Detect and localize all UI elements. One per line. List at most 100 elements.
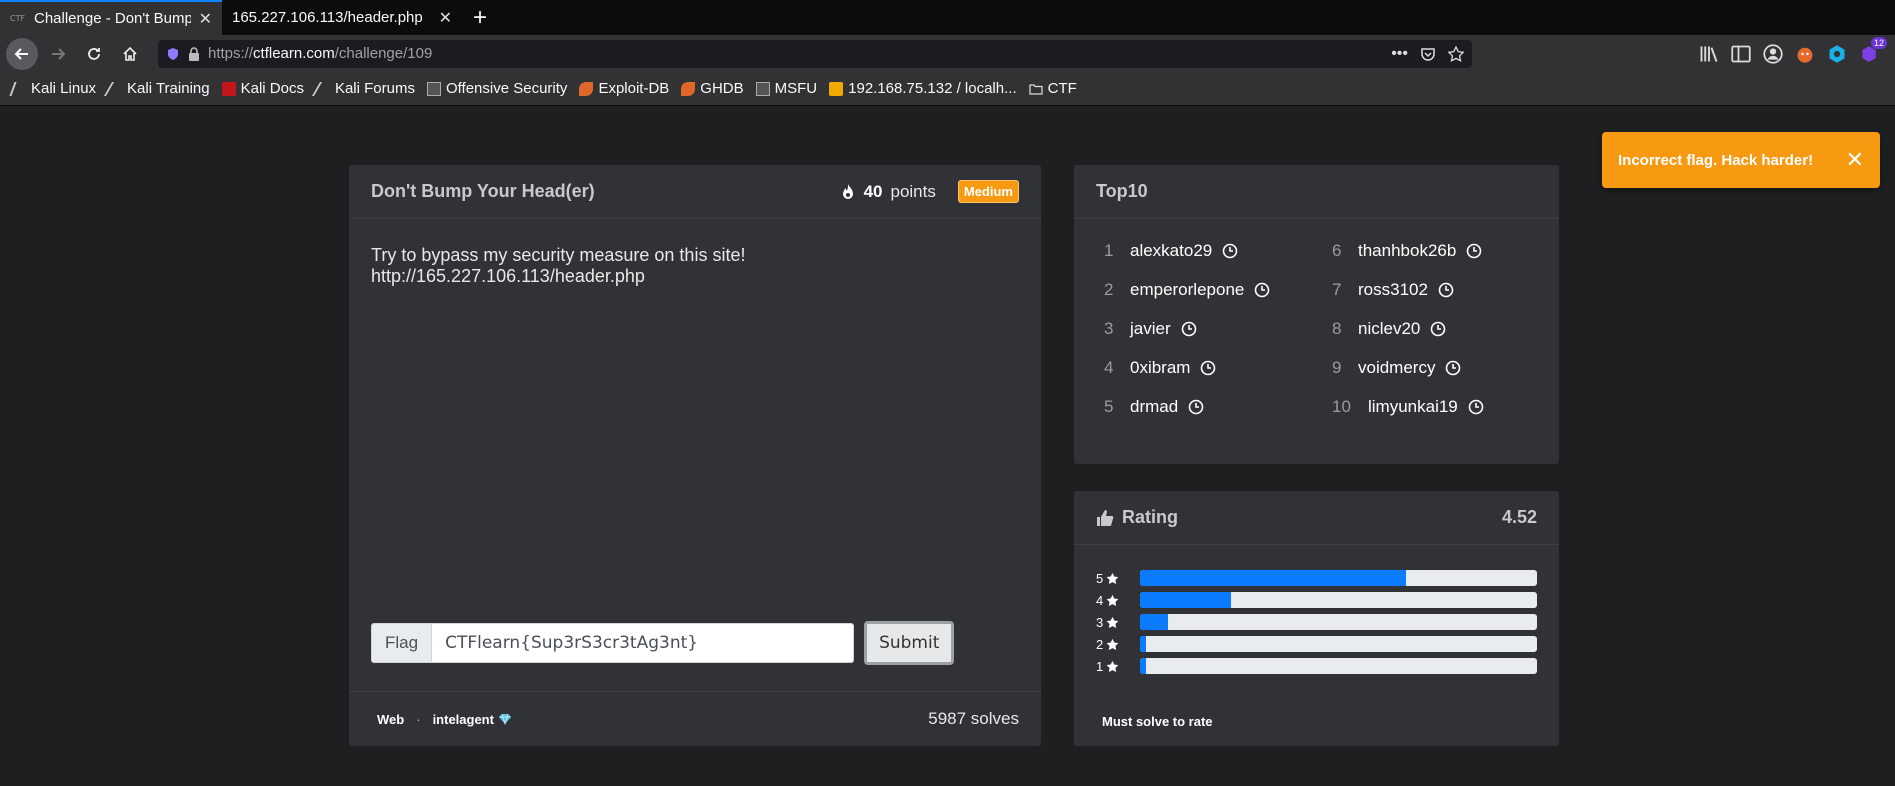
clock-icon — [1431, 321, 1446, 337]
user-link[interactable]: niclev20 — [1358, 319, 1420, 339]
user-link[interactable]: 0xibram — [1130, 358, 1190, 378]
account-icon[interactable] — [1763, 43, 1783, 64]
rating-bar-track — [1140, 592, 1537, 608]
tab-title: Challenge - Don't Bump — [34, 10, 191, 27]
clock-icon — [1255, 282, 1270, 298]
bookmark-exploit-db[interactable]: Exploit-DB — [579, 80, 669, 97]
docs-icon — [221, 81, 236, 96]
browser-tab-active[interactable]: CTF Challenge - Don't Bump ✕ — [0, 0, 222, 35]
star-icon — [1106, 660, 1119, 672]
user-link[interactable]: thanhbok26b — [1358, 241, 1456, 261]
address-bar[interactable]: https://ctflearn.com/challenge/109 ••• — [158, 39, 1472, 68]
sidebar-icon[interactable] — [1731, 44, 1751, 64]
clock-icon — [1446, 360, 1461, 376]
top10-list: 1 alexkato29 6 thanhbok26b 2 emperorlepone … — [1074, 219, 1559, 419]
close-tab-icon[interactable]: ✕ — [439, 8, 452, 28]
clock-icon — [1201, 360, 1216, 376]
category-link[interactable]: Web — [377, 712, 404, 727]
extension-cube-icon[interactable]: 12 — [1859, 36, 1887, 64]
rating-bar-fill — [1140, 570, 1406, 586]
tab-bar: CTF Challenge - Don't Bump ✕ 165.227.106… — [0, 0, 1895, 35]
exploitdb-icon — [579, 81, 594, 96]
solves-count: 5987 solves — [928, 709, 1019, 728]
points-value: 40 — [863, 181, 883, 201]
top10-title: Top10 — [1096, 181, 1148, 201]
bookmark-kali-docs[interactable]: Kali Docs — [221, 80, 304, 97]
user-link[interactable]: javier — [1130, 319, 1171, 339]
home-icon — [123, 46, 137, 61]
thumbs-up-icon — [1097, 509, 1114, 526]
rating-bar-fill — [1140, 658, 1146, 674]
kali-dragon-icon — [311, 81, 334, 96]
user-link[interactable]: alexkato29 — [1130, 241, 1212, 261]
forward-arrow-icon — [52, 47, 66, 60]
new-tab-button[interactable]: + — [462, 0, 498, 35]
tracking-shield-icon — [168, 47, 178, 60]
msfu-icon — [755, 81, 770, 96]
bookmark-offensive-security[interactable]: Offensive Security — [426, 80, 567, 97]
extension-fox-icon[interactable] — [1795, 44, 1815, 64]
bookmark-ghdb[interactable]: GHDB — [681, 80, 744, 97]
bookmark-kali-forums[interactable]: Kali Forums — [311, 80, 415, 97]
challenge-footer: Web · intelagent 5987 solves — [349, 691, 1041, 746]
flag-input[interactable] — [432, 623, 855, 663]
diamond-icon — [498, 713, 511, 725]
rating-score: 4.52 — [1501, 507, 1537, 527]
bookmark-folder-ctf[interactable]: CTF — [1029, 80, 1077, 97]
rating-bar-track — [1140, 636, 1537, 652]
back-button[interactable] — [6, 37, 38, 70]
challenge-card: Don't Bump Your Head(er) 40 points Mediu… — [349, 165, 1041, 746]
folder-icon — [1029, 83, 1043, 95]
top10-entry: 6 thanhbok26b — [1332, 239, 1560, 263]
bookmark-star-icon[interactable] — [1448, 45, 1464, 62]
submit-button[interactable]: Submit — [864, 621, 955, 665]
user-link[interactable]: ross3102 — [1358, 280, 1428, 300]
user-link[interactable]: emperorlepone — [1130, 280, 1244, 300]
close-toast-icon[interactable]: ✕ — [1846, 147, 1864, 173]
extension-hex-icon[interactable] — [1827, 44, 1847, 64]
difficulty-badge: Medium — [957, 180, 1019, 203]
forward-button[interactable] — [42, 38, 74, 70]
kali-dragon-icon — [9, 81, 29, 96]
top10-entry: 10 limyunkai19 — [1332, 395, 1560, 419]
home-button[interactable] — [114, 38, 146, 70]
ghdb-icon — [681, 81, 696, 96]
reload-button[interactable] — [78, 38, 110, 70]
top10-header: Top10 — [1074, 165, 1559, 219]
clock-icon — [1188, 399, 1204, 415]
clock-icon — [1468, 399, 1484, 415]
bookmark-phpmyadmin[interactable]: 192.168.75.132 / localh... — [829, 80, 1017, 97]
points-display: 40 points — [840, 182, 936, 202]
user-link[interactable]: drmad — [1130, 397, 1178, 417]
bookmark-msfu[interactable]: MSFU — [755, 80, 817, 97]
error-toast: Incorrect flag. Hack harder! ✕ — [1602, 132, 1880, 188]
page-actions-icon[interactable]: ••• — [1391, 45, 1408, 63]
author-link[interactable]: intelagent — [433, 712, 494, 727]
nav-bar: https://ctflearn.com/challenge/109 ••• 1… — [0, 35, 1895, 72]
bookmark-kali-linux[interactable]: Kali Linux — [9, 80, 96, 97]
ctf-favicon-icon: CTF — [10, 13, 26, 23]
top10-entry: 5 drmad — [1104, 395, 1332, 419]
user-link[interactable]: voidmercy — [1358, 358, 1435, 378]
bookmarks-toolbar: Kali Linux Kali Training Kali Docs Kali … — [0, 72, 1895, 106]
rating-distribution: 5 4 3 2 1 — [1074, 545, 1559, 675]
fire-icon — [842, 183, 853, 199]
star-count-label: 1 — [1096, 659, 1126, 674]
bookmark-kali-training[interactable]: Kali Training — [104, 80, 210, 97]
clock-icon — [1467, 243, 1482, 259]
library-icon[interactable] — [1699, 44, 1719, 64]
star-count-label: 3 — [1096, 615, 1126, 630]
pocket-icon[interactable] — [1420, 46, 1436, 62]
extension-badge: 12 — [1870, 36, 1887, 49]
rating-row: 4 — [1096, 591, 1537, 609]
kali-dragon-icon — [104, 81, 127, 96]
clock-icon — [1438, 282, 1454, 298]
rating-bar-track — [1140, 570, 1537, 586]
rating-row: 5 — [1096, 569, 1537, 587]
rating-bar-fill — [1140, 636, 1146, 652]
close-tab-icon[interactable]: ✕ — [199, 9, 212, 29]
top10-entry: 7 ross3102 — [1332, 278, 1560, 302]
user-link[interactable]: limyunkai19 — [1368, 397, 1458, 417]
browser-tab[interactable]: 165.227.106.113/header.php ✕ — [222, 0, 462, 35]
rating-title: Rating — [1122, 507, 1178, 527]
